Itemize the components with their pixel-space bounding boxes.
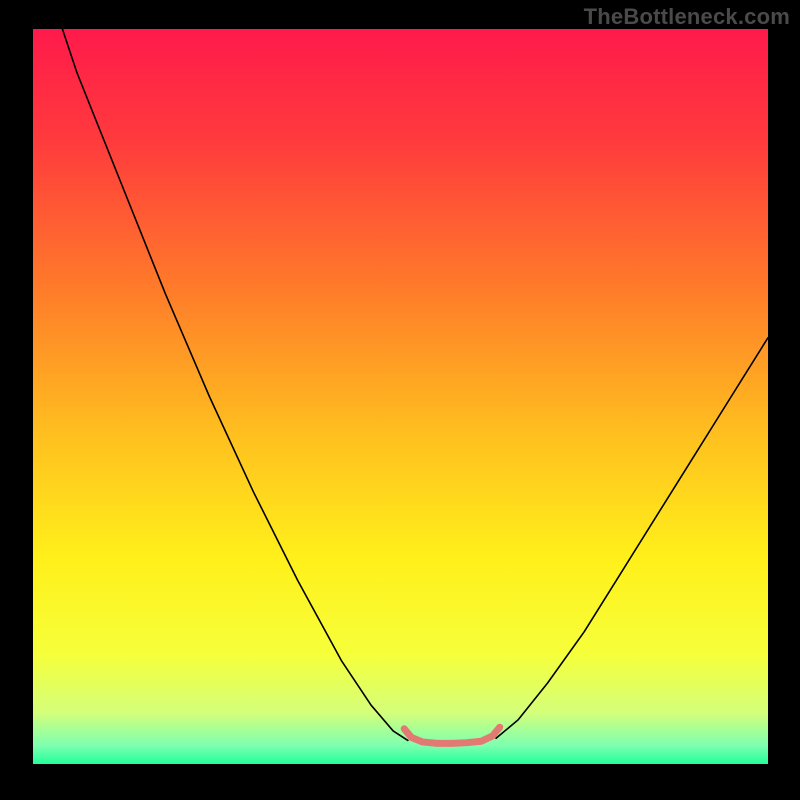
plot-area: [33, 29, 768, 764]
series-bottom-band: [404, 727, 500, 743]
series-curve-right: [496, 338, 768, 739]
curves-layer: [33, 29, 768, 764]
chart-frame: TheBottleneck.com: [0, 0, 800, 800]
series-curve-left: [62, 29, 407, 740]
watermark-text: TheBottleneck.com: [584, 4, 790, 30]
